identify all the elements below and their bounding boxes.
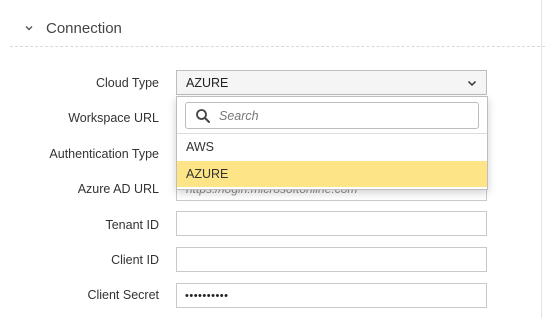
section-divider [10,46,545,47]
client-secret-input[interactable]: •••••••••• [176,283,487,308]
client-secret-label: Client Secret [87,288,159,302]
client-secret-value: •••••••••• [185,289,229,302]
tenant-id-label: Tenant ID [105,218,159,232]
chevron-down-icon [466,77,478,89]
chevron-down-icon[interactable] [22,21,36,35]
client-id-label: Client ID [111,253,159,267]
cloud-type-label: Cloud Type [95,76,159,90]
authentication-type-label: Authentication Type [49,147,159,161]
dropdown-search-box[interactable] [185,102,479,129]
workspace-url-label: Workspace URL [68,111,159,125]
azure-ad-url-label: Azure AD URL [77,182,159,196]
dropdown-option-aws[interactable]: AWS [177,134,487,160]
cloud-type-select[interactable]: AZURE [176,70,487,95]
tenant-id-input[interactable] [176,211,487,236]
search-icon [195,108,211,124]
client-id-input[interactable] [176,247,487,272]
dropdown-search-input[interactable] [217,107,461,124]
cloud-type-dropdown: AWS AZURE [176,96,488,190]
dropdown-option-azure[interactable]: AZURE [177,161,487,187]
section-header[interactable]: Connection [22,16,122,40]
cloud-type-value: AZURE [186,75,229,90]
section-title: Connection [46,19,122,37]
